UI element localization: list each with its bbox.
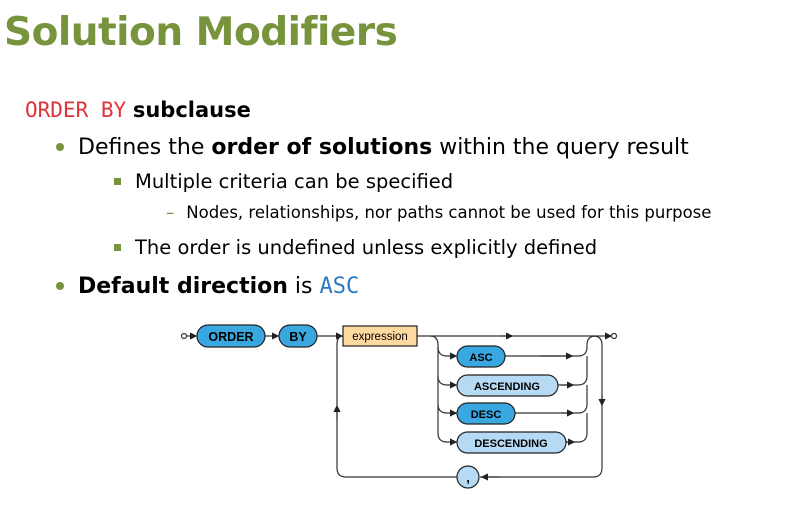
asc-label: ASC — [469, 352, 492, 364]
expression-label: expression — [352, 331, 408, 343]
comma-separator-node: , — [456, 465, 480, 489]
comma-label: , — [466, 470, 470, 485]
descending-label: DESCENDING — [474, 438, 547, 450]
railroad-diagram: ORDER BY expression ASC ASCENDING DESC D… — [180, 324, 618, 489]
expression-node: expression — [342, 325, 418, 347]
ascending-keyword-node: ASCENDING — [456, 374, 559, 397]
asc-keyword-node: ASC — [456, 345, 506, 368]
desc-keyword-node: DESC — [456, 402, 516, 425]
order-label: ORDER — [208, 330, 253, 344]
order-keyword-node: ORDER — [196, 324, 266, 348]
by-label: BY — [289, 330, 307, 344]
desc-label: DESC — [471, 409, 502, 421]
by-keyword-node: BY — [278, 324, 318, 348]
descending-keyword-node: DESCENDING — [456, 431, 567, 454]
diagram-lines — [180, 332, 618, 481]
ascending-label: ASCENDING — [474, 381, 540, 393]
